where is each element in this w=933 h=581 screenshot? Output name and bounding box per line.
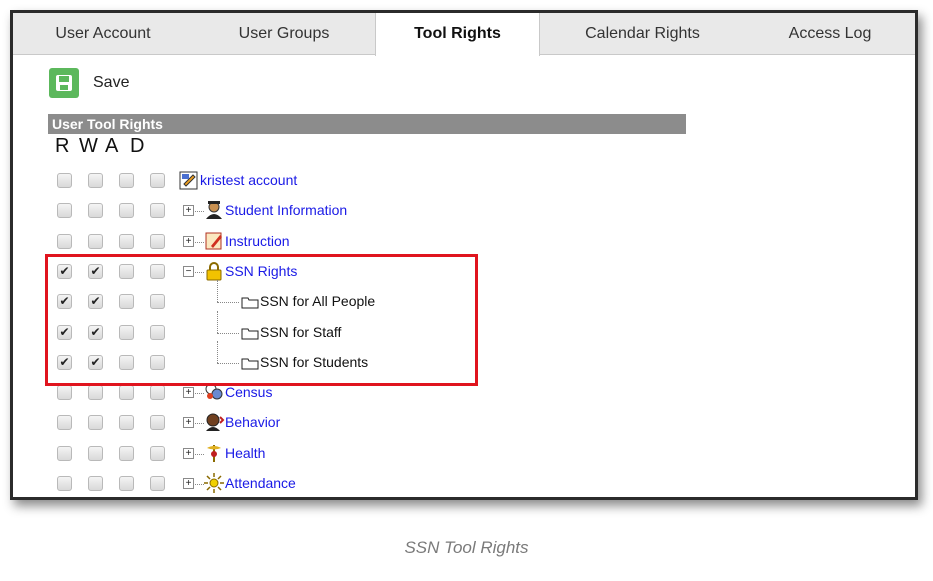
checkbox-add[interactable] xyxy=(119,234,134,249)
checkbox-delete[interactable] xyxy=(150,173,165,188)
attendance-sun-icon xyxy=(203,472,225,494)
tree-node-label[interactable]: Instruction xyxy=(225,233,290,249)
instruction-notebook-icon xyxy=(203,230,225,252)
checkbox-add[interactable] xyxy=(119,446,134,461)
checkbox-delete[interactable] xyxy=(150,385,165,400)
tab-user-groups[interactable]: User Groups xyxy=(193,13,375,55)
account-edit-icon xyxy=(178,169,200,191)
header-read: R xyxy=(55,135,70,157)
tab-user-account[interactable]: User Account xyxy=(13,13,193,55)
checkbox-delete[interactable] xyxy=(150,203,165,218)
student-icon xyxy=(203,199,225,221)
checkbox-read[interactable] xyxy=(57,415,72,430)
tree-node-label[interactable]: Attendance xyxy=(225,475,296,491)
checkbox-add[interactable] xyxy=(119,415,134,430)
checkbox-delete[interactable] xyxy=(150,234,165,249)
expand-icon[interactable]: + xyxy=(183,387,194,398)
checkbox-write[interactable] xyxy=(88,446,103,461)
tree-node-label[interactable]: kristest account xyxy=(200,172,297,188)
expand-icon[interactable]: + xyxy=(183,205,194,216)
checkbox-read[interactable] xyxy=(57,476,72,491)
figure-caption: SSN Tool Rights xyxy=(404,538,529,557)
tab-bar: User Account User Groups Tool Rights Cal… xyxy=(13,13,915,56)
expand-icon[interactable]: + xyxy=(183,236,194,247)
checkbox-delete[interactable] xyxy=(150,446,165,461)
tab-access-log[interactable]: Access Log xyxy=(745,13,915,55)
tree-node-label[interactable]: Behavior xyxy=(225,414,280,430)
checkbox-add[interactable] xyxy=(119,203,134,218)
checkbox-write[interactable] xyxy=(88,173,103,188)
expand-icon[interactable]: + xyxy=(183,448,194,459)
checkbox-read[interactable] xyxy=(57,385,72,400)
tree-node-label[interactable]: Health xyxy=(225,445,265,461)
tree-node-label[interactable]: Student Information xyxy=(225,202,347,218)
tab-tool-rights[interactable]: Tool Rights xyxy=(375,13,540,56)
checkbox-write[interactable] xyxy=(88,415,103,430)
checkbox-write[interactable] xyxy=(88,385,103,400)
floppy-disk-icon xyxy=(49,68,79,98)
checkbox-add[interactable] xyxy=(119,173,134,188)
checkbox-read[interactable] xyxy=(57,203,72,218)
expand-icon[interactable]: + xyxy=(183,417,194,428)
checkbox-write[interactable] xyxy=(88,203,103,218)
header-write: W xyxy=(79,135,98,157)
checkbox-read[interactable] xyxy=(57,234,72,249)
checkbox-write[interactable] xyxy=(88,234,103,249)
checkbox-read[interactable] xyxy=(57,446,72,461)
highlight-box xyxy=(45,254,478,386)
section-title: User Tool Rights xyxy=(48,114,686,134)
behavior-icon xyxy=(203,411,225,433)
checkbox-add[interactable] xyxy=(119,385,134,400)
header-add: A xyxy=(105,135,119,157)
checkbox-delete[interactable] xyxy=(150,476,165,491)
screenshot-frame: User Account User Groups Tool Rights Cal… xyxy=(10,10,918,500)
checkbox-add[interactable] xyxy=(119,476,134,491)
tab-calendar-rights[interactable]: Calendar Rights xyxy=(540,13,745,55)
caduceus-icon xyxy=(203,442,225,464)
checkbox-write[interactable] xyxy=(88,476,103,491)
expand-icon[interactable]: + xyxy=(183,478,194,489)
checkbox-read[interactable] xyxy=(57,173,72,188)
header-delete: D xyxy=(130,135,145,157)
tree-node-label[interactable]: Census xyxy=(225,384,272,400)
save-label: Save xyxy=(93,74,130,91)
checkbox-delete[interactable] xyxy=(150,415,165,430)
